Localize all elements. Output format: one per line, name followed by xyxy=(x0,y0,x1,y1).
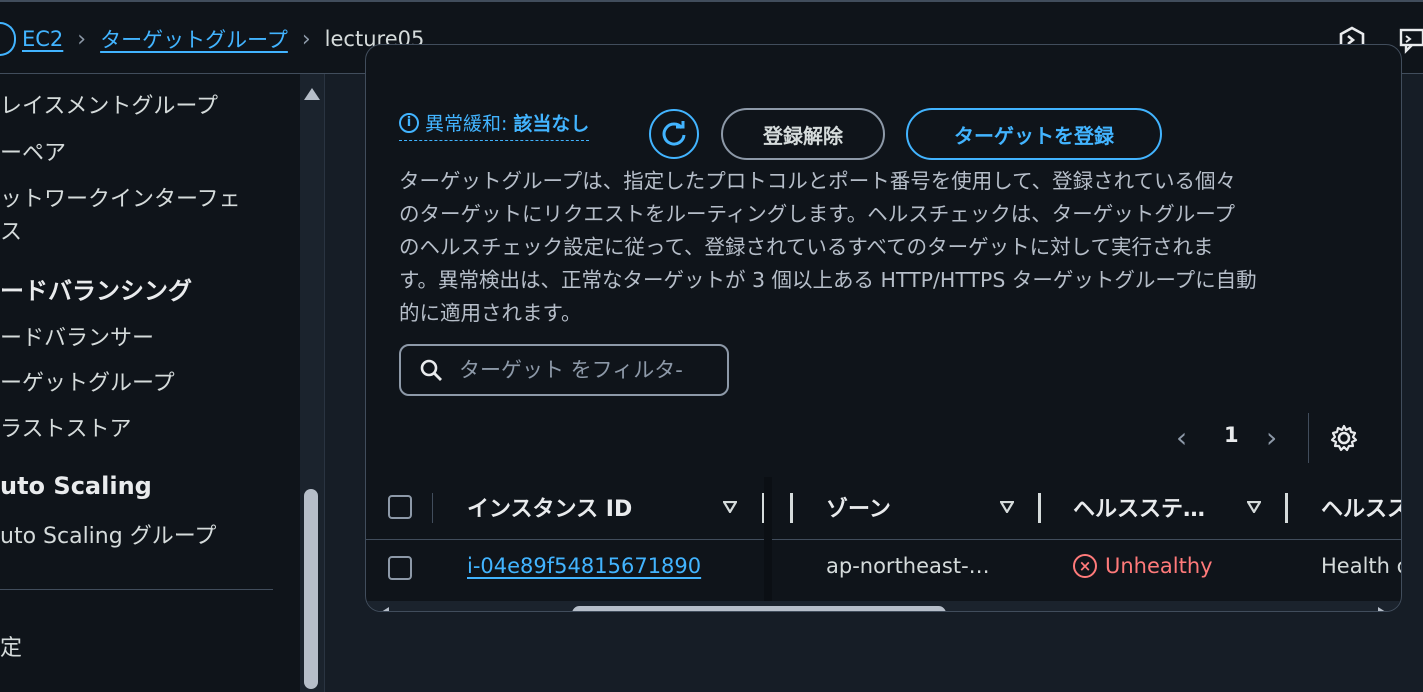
chevron-right-icon: › xyxy=(77,26,87,52)
feedback-icon[interactable] xyxy=(1398,26,1423,54)
sidebar-item-auto-scaling-groups[interactable]: uto Scaling グループ xyxy=(0,518,216,550)
sort-icon[interactable] xyxy=(723,501,737,513)
sidebar-scrollbar[interactable] xyxy=(300,74,325,692)
sidebar-item-network-interfaces-cont[interactable]: ス xyxy=(0,214,22,246)
scroll-right-arrow-icon[interactable] xyxy=(1378,607,1389,611)
zone-cell: ap-northeast-… xyxy=(826,554,990,578)
breadcrumb: EC2 › ターゲットグループ › lecture05 xyxy=(0,22,424,56)
target-filter-search[interactable] xyxy=(399,344,729,396)
column-header-zone[interactable]: ゾーン xyxy=(826,491,891,523)
column-header-health-status[interactable]: ヘルスステ… xyxy=(1073,491,1205,523)
column-resizer[interactable] xyxy=(1038,493,1041,523)
register-targets-button[interactable]: ターゲットを登録 xyxy=(906,108,1162,160)
sidebar-item-load-balancers[interactable]: ードバランサー xyxy=(0,320,154,352)
scroll-left-arrow-icon[interactable] xyxy=(378,607,389,611)
home-icon[interactable] xyxy=(0,22,16,56)
sidebar-item-key-pairs[interactable]: ーペア xyxy=(0,135,66,167)
chevron-right-icon[interactable]: › xyxy=(1266,421,1277,454)
anomaly-label: 異常緩和: xyxy=(425,113,508,135)
sidebar-item-settings[interactable]: 定 xyxy=(0,630,22,662)
sort-icon[interactable] xyxy=(1247,501,1261,513)
registered-targets-panel: i 異常緩和: 該当なし 登録解除 ターゲットを登録 ターゲットグループは、指定… xyxy=(365,44,1402,612)
scroll-up-arrow-icon[interactable] xyxy=(304,88,320,100)
column-resizer[interactable] xyxy=(1285,493,1288,523)
panel-description: ターゲットグループは、指定したプロトコルとポート番号を使用して、登録されている個… xyxy=(399,165,1369,330)
description-line: ターゲットグループは、指定したプロトコルとポート番号を使用して、登録されている個… xyxy=(399,169,1237,193)
description-line: のヘルスチェック設定に従って、登録されているすべてのターゲットに対して実行されま xyxy=(399,235,1214,259)
refresh-button[interactable] xyxy=(649,109,699,159)
chevron-left-icon[interactable]: ‹ xyxy=(1176,421,1187,454)
select-all-checkbox[interactable] xyxy=(388,495,412,519)
refresh-icon xyxy=(662,121,686,146)
table-header: インスタンス ID ゾーン ヘルスステ… ヘルスス xyxy=(366,477,1401,540)
sidebar-item-placement-groups[interactable]: レイスメントグループ xyxy=(0,88,218,120)
description-line: のターゲットにリクエストをルーティングします。ヘルスチェックは、ターゲットグルー… xyxy=(399,202,1235,226)
sidebar-item-network-interfaces[interactable]: ットワークインターフェ xyxy=(0,181,241,213)
breadcrumb-ec2[interactable]: EC2 xyxy=(22,27,63,51)
anomaly-value: 該当なし xyxy=(513,113,590,135)
column-divider xyxy=(432,493,433,523)
instance-id-link[interactable]: i-04e89f54815671890 xyxy=(467,554,701,578)
gear-icon[interactable] xyxy=(1329,423,1359,453)
chevron-right-icon: › xyxy=(301,26,311,52)
sidebar-nav: レイスメントグループ ーペア ットワークインターフェ ス ードバランシング ード… xyxy=(0,74,300,692)
row-checkbox[interactable] xyxy=(388,556,412,580)
table-horizontal-scrollbar[interactable] xyxy=(366,601,1401,611)
health-status-cell: × Unhealthy xyxy=(1073,554,1213,578)
horizontal-scrollbar-thumb[interactable] xyxy=(572,606,946,611)
sidebar-heading-load-balancing: ードバランシング xyxy=(0,277,192,305)
sidebar-divider xyxy=(0,589,273,590)
sidebar-item-target-groups[interactable]: ーゲットグループ xyxy=(0,365,175,397)
sidebar-item-trust-stores[interactable]: ラストストア xyxy=(0,411,132,443)
description-line: す。異常検出は、正常なターゲットが 3 個以上ある HTTP/HTTPS ターゲ… xyxy=(399,268,1257,292)
column-resizer[interactable] xyxy=(790,493,793,523)
anomaly-mitigation-info[interactable]: i 異常緩和: 該当なし xyxy=(399,109,590,141)
sidebar-heading-auto-scaling: uto Scaling xyxy=(0,472,152,500)
column-header-health-details[interactable]: ヘルスス xyxy=(1321,491,1401,523)
page-number[interactable]: 1 xyxy=(1224,423,1239,447)
search-input[interactable] xyxy=(457,357,721,383)
error-x-icon: × xyxy=(1073,554,1097,578)
deregister-button[interactable]: 登録解除 xyxy=(721,108,885,160)
table-row: i-04e89f54815671890 ap-northeast-… × Unh… xyxy=(366,540,1401,602)
breadcrumb-target-groups[interactable]: ターゲットグループ xyxy=(100,24,288,54)
search-icon xyxy=(420,359,442,381)
description-line: 的に適用されます。 xyxy=(399,301,582,325)
column-header-instance-id[interactable]: インスタンス ID xyxy=(467,491,632,523)
main-content: i 異常緩和: 該当なし 登録解除 ターゲットを登録 ターゲットグループは、指定… xyxy=(325,44,1423,692)
sort-icon[interactable] xyxy=(1000,501,1014,513)
health-status-text: Unhealthy xyxy=(1105,554,1213,578)
info-icon: i xyxy=(399,112,419,133)
scrollbar-thumb[interactable] xyxy=(304,489,318,689)
health-details-cell: Health c xyxy=(1321,554,1402,578)
pager-divider xyxy=(1308,413,1309,463)
